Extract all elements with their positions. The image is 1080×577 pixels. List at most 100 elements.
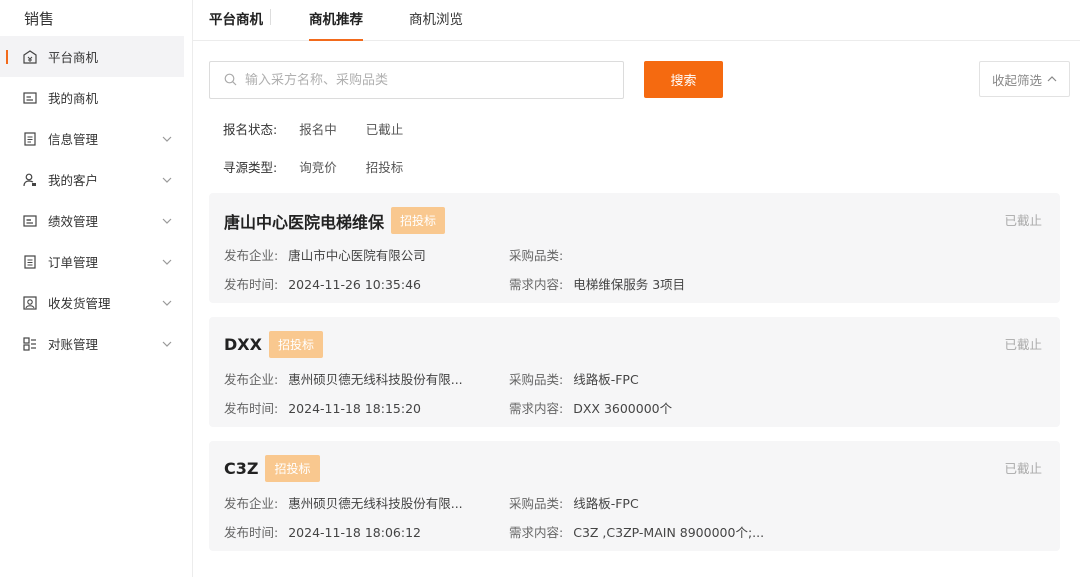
chevron-down-icon bbox=[160, 337, 174, 351]
sidebar-item-label: 收发货管理 bbox=[48, 296, 111, 311]
demand-field: 需求内容: DXX 3600000个 bbox=[509, 398, 672, 417]
sidebar-item-reconciliation[interactable]: 对账管理 bbox=[0, 323, 192, 364]
sidebar-title: 销售 bbox=[24, 10, 55, 28]
sourcing-tag: 招投标 bbox=[265, 455, 320, 482]
tab-platform-opportunities[interactable]: 平台商机 bbox=[209, 8, 263, 40]
sidebar-item-delivery[interactable]: 收发货管理 bbox=[0, 282, 192, 323]
field-value: 电梯维保服务 3项目 bbox=[573, 277, 686, 292]
demand-field: 需求内容: C3Z ,C3ZP-MAIN 8900000个;... bbox=[509, 522, 764, 541]
field-key: 需求内容: bbox=[509, 277, 564, 292]
opportunity-card[interactable]: DXX 招投标 已截止 发布企业: 惠州硕贝德无线科技股份有限... 采购品类: 线… bbox=[209, 317, 1060, 427]
sidebar-item-performance[interactable]: 绩效管理 bbox=[0, 200, 192, 241]
status-badge: 已截止 bbox=[1004, 337, 1042, 352]
field-value: C3Z ,C3ZP-MAIN 8900000个;... bbox=[573, 525, 765, 540]
sidebar-item-label: 信息管理 bbox=[48, 132, 99, 147]
field-value: 2024-11-26 10:35:46 bbox=[288, 277, 421, 292]
field-key: 发布时间: bbox=[224, 401, 279, 416]
performance-icon bbox=[22, 213, 38, 229]
search-row: 搜索 收起筛选 bbox=[193, 41, 1080, 121]
field-value: 线路板-FPC bbox=[573, 372, 639, 387]
chevron-down-icon bbox=[160, 255, 174, 269]
tab-bar: 平台商机 商机推荐 商机浏览 bbox=[193, 0, 1080, 41]
category-field: 采购品类: 线路板-FPC bbox=[509, 493, 639, 512]
opportunity-card[interactable]: C3Z 招投标 已截止 发布企业: 惠州硕贝德无线科技股份有限... 采购品类: 线… bbox=[209, 441, 1060, 551]
sidebar-item-label: 绩效管理 bbox=[48, 214, 99, 229]
filter-label: 报名状态: bbox=[223, 121, 278, 137]
sidebar-item-my-customers[interactable]: 我的客户 bbox=[0, 159, 192, 200]
status-badge: 已截止 bbox=[1004, 461, 1042, 476]
filter-option-closed[interactable]: 已截止 bbox=[366, 119, 404, 138]
status-badge: 已截止 bbox=[1004, 213, 1042, 228]
collapse-filter-label: 收起筛选 bbox=[991, 72, 1042, 88]
order-icon bbox=[22, 254, 38, 270]
store-icon bbox=[22, 49, 38, 65]
field-value: 惠州硕贝德无线科技股份有限... bbox=[288, 496, 463, 511]
filter-option-tender[interactable]: 招投标 bbox=[366, 157, 404, 176]
field-key: 发布企业: bbox=[224, 496, 279, 511]
card-title: DXX bbox=[224, 335, 262, 354]
filter-option-signing-up[interactable]: 报名中 bbox=[299, 119, 337, 138]
filter-sourcing-type: 寻源类型: 询竞价 招投标 bbox=[223, 156, 432, 176]
field-key: 发布企业: bbox=[224, 248, 279, 263]
field-key: 采购品类: bbox=[509, 248, 564, 263]
field-key: 发布时间: bbox=[224, 525, 279, 540]
search-icon bbox=[224, 71, 237, 90]
card-icon bbox=[22, 90, 38, 106]
category-field: 采购品类: bbox=[509, 245, 573, 264]
filter-signup-status: 报名状态: 报名中 已截止 bbox=[223, 118, 432, 138]
search-box[interactable] bbox=[209, 61, 624, 99]
sidebar: 销售 平台商机 我的商机 信息管理 我的客户 绩效管理 订单管理 收发货管理 对… bbox=[0, 0, 193, 577]
opportunity-card[interactable]: 唐山中心医院电梯维保 招投标 已截止 发布企业: 唐山市中心医院有限公司 采购品类… bbox=[209, 193, 1060, 303]
app-root: 销售 平台商机 我的商机 信息管理 我的客户 绩效管理 订单管理 收发货管理 对… bbox=[0, 0, 1080, 577]
sidebar-item-label: 我的客户 bbox=[48, 173, 99, 188]
card-title: 唐山中心医院电梯维保 bbox=[224, 212, 385, 232]
sidebar-item-info-management[interactable]: 信息管理 bbox=[0, 118, 192, 159]
category-field: 采购品类: 线路板-FPC bbox=[509, 369, 639, 388]
field-key: 需求内容: bbox=[509, 401, 564, 416]
tab-divider bbox=[270, 9, 271, 25]
chevron-down-icon bbox=[160, 214, 174, 228]
filter-option-inquiry[interactable]: 询竞价 bbox=[299, 157, 337, 176]
field-value: 2024-11-18 18:15:20 bbox=[288, 401, 421, 416]
sidebar-item-label: 平台商机 bbox=[48, 50, 99, 65]
card-title-row: DXX 招投标 bbox=[224, 331, 323, 358]
card-title-row: C3Z 招投标 bbox=[224, 455, 320, 482]
chevron-down-icon bbox=[160, 132, 174, 146]
search-button[interactable]: 搜索 bbox=[644, 61, 723, 98]
main-content: 平台商机 商机推荐 商机浏览 搜索 收起筛选 报名状态: 报名中 bbox=[193, 0, 1080, 577]
field-value: 惠州硕贝德无线科技股份有限... bbox=[288, 372, 463, 387]
field-key: 需求内容: bbox=[509, 525, 564, 540]
reconcile-icon bbox=[22, 336, 38, 352]
field-value: 2024-11-18 18:06:12 bbox=[288, 525, 421, 540]
field-key: 采购品类: bbox=[509, 372, 564, 387]
field-key: 发布时间: bbox=[224, 277, 279, 292]
document-icon bbox=[22, 131, 38, 147]
company-field: 发布企业: 惠州硕贝德无线科技股份有限... bbox=[224, 369, 463, 388]
sourcing-tag: 招投标 bbox=[391, 207, 446, 234]
sidebar-item-order-management[interactable]: 订单管理 bbox=[0, 241, 192, 282]
sidebar-item-label: 我的商机 bbox=[48, 91, 99, 106]
search-input[interactable] bbox=[245, 72, 605, 88]
demand-field: 需求内容: 电梯维保服务 3项目 bbox=[509, 274, 685, 293]
time-field: 发布时间: 2024-11-18 18:15:20 bbox=[224, 398, 421, 417]
field-key: 采购品类: bbox=[509, 496, 564, 511]
customer-icon bbox=[22, 172, 38, 188]
chevron-up-icon bbox=[1047, 76, 1057, 82]
sidebar-item-platform-opportunities[interactable]: 平台商机 bbox=[0, 36, 184, 77]
collapse-filter-button[interactable]: 收起筛选 bbox=[979, 61, 1070, 97]
delivery-icon bbox=[22, 295, 38, 311]
sidebar-item-my-opportunities[interactable]: 我的商机 bbox=[0, 77, 192, 118]
time-field: 发布时间: 2024-11-26 10:35:46 bbox=[224, 274, 421, 293]
tab-recommended[interactable]: 商机推荐 bbox=[309, 8, 363, 41]
field-key: 发布企业: bbox=[224, 372, 279, 387]
filter-label: 寻源类型: bbox=[223, 159, 278, 175]
field-value: 唐山市中心医院有限公司 bbox=[288, 248, 426, 263]
sidebar-item-label: 对账管理 bbox=[48, 337, 99, 352]
tab-browse[interactable]: 商机浏览 bbox=[409, 8, 463, 40]
chevron-down-icon bbox=[160, 296, 174, 310]
chevron-down-icon bbox=[160, 173, 174, 187]
card-title-row: 唐山中心医院电梯维保 招投标 bbox=[224, 207, 446, 234]
time-field: 发布时间: 2024-11-18 18:06:12 bbox=[224, 522, 421, 541]
sourcing-tag: 招投标 bbox=[268, 331, 323, 358]
company-field: 发布企业: 唐山市中心医院有限公司 bbox=[224, 245, 426, 264]
